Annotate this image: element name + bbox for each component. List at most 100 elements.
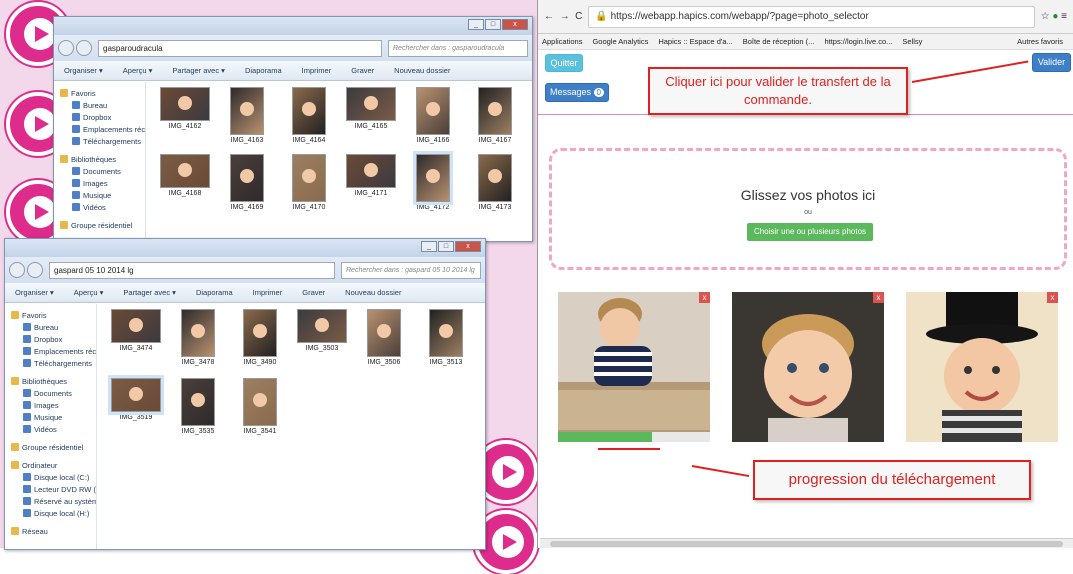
remove-photo-2-button[interactable]: x	[873, 292, 884, 303]
remove-photo-3-button[interactable]: x	[1047, 292, 1058, 303]
toolbar-item[interactable]: Imprimer	[302, 66, 332, 75]
bookmark-item[interactable]: Sellsy	[902, 37, 922, 46]
toolbar-item[interactable]: Partager avec ▾	[172, 66, 225, 75]
minimize-button[interactable]: _	[421, 241, 437, 252]
file-thumbnail[interactable]: IMG_4169	[216, 154, 278, 211]
maximize-button[interactable]: □	[485, 19, 501, 30]
nav-item[interactable]: Musique	[54, 190, 145, 202]
nav-item[interactable]: Réseau	[5, 526, 96, 538]
nav-item[interactable]: Bureau	[5, 322, 96, 334]
toolbar-item[interactable]: Aperçu ▾	[123, 66, 153, 75]
nav-item[interactable]: Documents	[5, 388, 96, 400]
nav-item[interactable]: Dropbox	[5, 334, 96, 346]
search-input[interactable]: Rechercher dans : gaspard 05 10 2014 lg	[341, 261, 481, 279]
nav-item[interactable]: Lecteur DVD RW (D:)	[5, 484, 96, 496]
file-thumbnail[interactable]: IMG_3541	[229, 378, 291, 435]
scrollbar-thumb[interactable]	[550, 541, 1063, 547]
nav-item[interactable]: Disque local (H:)	[5, 508, 96, 520]
file-thumbnail[interactable]: IMG_3519	[105, 375, 167, 435]
horizontal-scrollbar[interactable]	[540, 538, 1073, 548]
bookmark-item[interactable]: Applications	[542, 37, 582, 46]
nav-item[interactable]: Emplacements récents	[54, 124, 145, 136]
nav-item[interactable]: Bureau	[54, 100, 145, 112]
bookmark-item[interactable]: Autres favoris	[1017, 37, 1063, 46]
close-button[interactable]: x	[502, 19, 528, 30]
back-icon[interactable]	[9, 262, 25, 278]
quit-button[interactable]: Quitter	[545, 54, 583, 72]
bookmark-item[interactable]: Boîte de réception (...	[743, 37, 815, 46]
toolbar-item[interactable]: Aperçu ▾	[74, 288, 104, 297]
bookmark-item[interactable]: Google Analytics	[592, 37, 648, 46]
nav-item[interactable]: Documents	[54, 166, 145, 178]
forward-icon[interactable]	[27, 262, 43, 278]
forward-icon[interactable]	[76, 40, 92, 56]
nav-item[interactable]: Dropbox	[54, 112, 145, 124]
file-thumbnail[interactable]: IMG_4164	[278, 87, 340, 144]
validate-button[interactable]: Valider	[1032, 53, 1071, 72]
nav-item[interactable]: Musique	[5, 412, 96, 424]
file-thumbnail[interactable]: IMG_4173	[464, 154, 526, 211]
nav-item[interactable]: Bibliothèques	[5, 376, 96, 388]
nav-item[interactable]: Images	[5, 400, 96, 412]
file-thumbnail[interactable]: IMG_3535	[167, 378, 229, 435]
nav-item[interactable]: Ordinateur	[5, 460, 96, 472]
file-thumbnail[interactable]: IMG_4170	[278, 154, 340, 211]
file-thumbnail[interactable]: IMG_3478	[167, 309, 229, 366]
close-button[interactable]: x	[455, 241, 481, 252]
file-thumbnail[interactable]: IMG_4162	[154, 87, 216, 144]
bookmark-item[interactable]: Hapics :: Espace d'a...	[658, 37, 732, 46]
toolbar-item[interactable]: Graver	[351, 66, 374, 75]
nav-item[interactable]: Vidéos	[54, 202, 145, 214]
search-input[interactable]: Rechercher dans : gasparoudracula	[388, 39, 528, 57]
forward-arrow-icon[interactable]: →	[560, 11, 570, 22]
toolbar-item[interactable]: Graver	[302, 288, 325, 297]
extension-icon[interactable]: ●	[1052, 11, 1058, 22]
choose-photos-button[interactable]: Choisir une ou plusieurs photos	[747, 223, 873, 241]
star-icon[interactable]: ☆	[1041, 11, 1050, 22]
nav-item[interactable]: Groupe résidentiel	[54, 220, 145, 232]
nav-item[interactable]: Images	[54, 178, 145, 190]
toolbar-item[interactable]: Diaporama	[196, 288, 233, 297]
file-thumbnail[interactable]: IMG_3506	[353, 309, 415, 366]
nav-item[interactable]: Favoris	[5, 310, 96, 322]
nav-item[interactable]: Vidéos	[5, 424, 96, 436]
nav-item[interactable]: Groupe résidentiel	[5, 442, 96, 454]
maximize-button[interactable]: □	[438, 241, 454, 252]
toolbar-item[interactable]: Diaporama	[245, 66, 282, 75]
toolbar-item[interactable]: Partager avec ▾	[123, 288, 176, 297]
file-thumbnail[interactable]: IMG_4167	[464, 87, 526, 144]
nav-item[interactable]: Réservé au système	[5, 496, 96, 508]
file-thumbnail[interactable]: IMG_3474	[105, 309, 167, 366]
file-thumbnail[interactable]: IMG_3490	[229, 309, 291, 366]
toolbar-item[interactable]: Imprimer	[253, 288, 283, 297]
remove-photo-1-button[interactable]: x	[699, 292, 710, 303]
toolbar-item[interactable]: Organiser ▾	[64, 66, 103, 75]
file-thumbnail[interactable]: IMG_4165	[340, 87, 402, 144]
menu-icon[interactable]: ≡	[1061, 11, 1067, 22]
file-thumbnail[interactable]: IMG_4163	[216, 87, 278, 144]
path-field[interactable]: gasparoudracula	[98, 39, 382, 57]
messages-button[interactable]: Messages 0	[545, 83, 609, 102]
nav-item[interactable]: Téléchargements	[54, 136, 145, 148]
nav-item[interactable]: Favoris	[54, 88, 145, 100]
minimize-button[interactable]: _	[468, 19, 484, 30]
back-icon[interactable]	[58, 40, 74, 56]
nav-item[interactable]: Disque local (C:)	[5, 472, 96, 484]
file-thumbnail[interactable]: IMG_4166	[402, 87, 464, 144]
url-field[interactable]: 🔒 https://webapp.hapics.com/webapp/?page…	[588, 5, 1035, 28]
path-field[interactable]: gaspard 05 10 2014 lg	[49, 261, 335, 279]
file-thumbnail[interactable]: IMG_4168	[154, 154, 216, 211]
file-thumbnail[interactable]: IMG_4171	[340, 154, 402, 211]
reload-icon[interactable]: C	[575, 11, 582, 22]
back-arrow-icon[interactable]: ←	[544, 11, 554, 22]
nav-item[interactable]: Emplacements récents	[5, 346, 96, 358]
toolbar-item[interactable]: Nouveau dossier	[394, 66, 450, 75]
nav-item[interactable]: Téléchargements	[5, 358, 96, 370]
file-thumbnail[interactable]: IMG_3513	[415, 309, 477, 366]
nav-item[interactable]: Bibliothèques	[54, 154, 145, 166]
file-thumbnail[interactable]: IMG_4172	[402, 151, 464, 211]
file-thumbnail[interactable]: IMG_3503	[291, 309, 353, 366]
toolbar-item[interactable]: Organiser ▾	[15, 288, 54, 297]
toolbar-item[interactable]: Nouveau dossier	[345, 288, 401, 297]
photo-dropzone[interactable]: Glissez vos photos ici ou Choisir une ou…	[549, 148, 1067, 270]
